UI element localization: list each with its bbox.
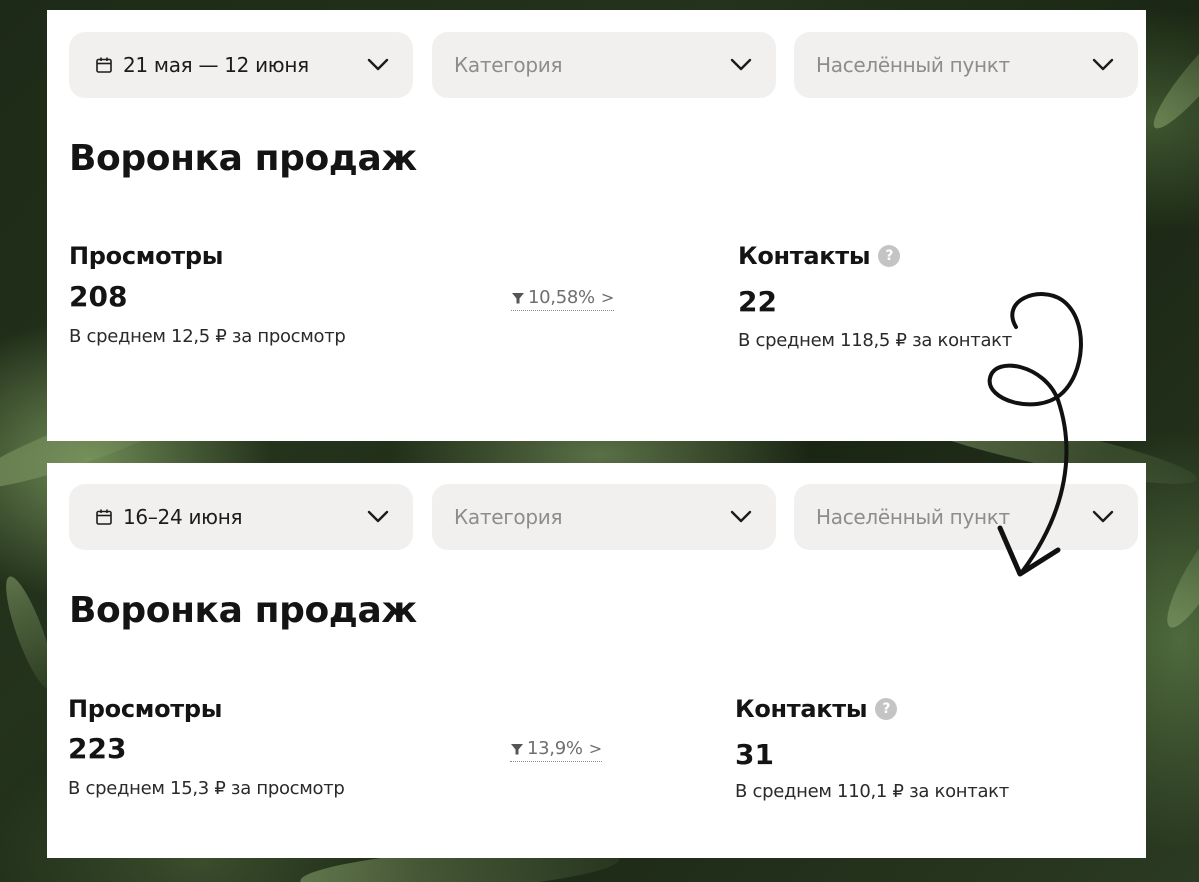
conversion-rate: 13,9%: [527, 738, 583, 759]
funnel-panel-period-2: 16–24 июня Категория Населённый пункт Во…: [47, 463, 1146, 858]
contacts-average-note: В среднем 110,1 ₽ за контакт: [735, 781, 1009, 802]
chevron-down-icon: [1092, 510, 1114, 523]
chevron-down-icon: [730, 58, 752, 71]
chevron-down-icon: [1092, 58, 1114, 71]
contacts-label: Контакты ?: [738, 242, 901, 270]
funnel-icon: [511, 743, 523, 754]
views-label: Просмотры: [69, 242, 223, 270]
page-title: Воронка продаж: [69, 590, 417, 631]
date-range-select[interactable]: 16–24 июня: [69, 484, 413, 550]
date-range-value: 16–24 июня: [123, 505, 243, 529]
contacts-value: 22: [738, 285, 777, 318]
views-label: Просмотры: [68, 695, 222, 723]
city-select[interactable]: Населённый пункт: [794, 484, 1138, 550]
category-select[interactable]: Категория: [432, 32, 776, 98]
contacts-label-text: Контакты: [735, 695, 868, 723]
chevron-down-icon: [730, 510, 752, 523]
page-title: Воронка продаж: [69, 138, 417, 179]
contacts-value: 31: [735, 738, 774, 771]
funnel-icon: [512, 292, 524, 303]
funnel-panel-period-1: 21 мая — 12 июня Категория Населённый пу…: [47, 10, 1146, 441]
views-average-note: В среднем 12,5 ₽ за просмотр: [69, 326, 346, 347]
chevron-right-icon: >: [588, 739, 602, 758]
date-range-select[interactable]: 21 мая — 12 июня: [69, 32, 413, 98]
help-icon[interactable]: ?: [875, 698, 898, 720]
views-value: 223: [68, 732, 127, 765]
date-range-value: 21 мая — 12 июня: [123, 53, 309, 77]
conversion-rate: 10,58%: [528, 287, 595, 308]
category-placeholder: Категория: [454, 505, 563, 529]
contacts-label: Контакты ?: [735, 695, 898, 723]
views-label-text: Просмотры: [68, 695, 223, 723]
chevron-down-icon: [367, 510, 389, 523]
help-icon[interactable]: ?: [878, 245, 901, 267]
views-value: 208: [69, 280, 128, 313]
contacts-average-note: В среднем 118,5 ₽ за контакт: [738, 330, 1012, 351]
views-average-note: В среднем 15,3 ₽ за просмотр: [68, 778, 345, 799]
city-select[interactable]: Населённый пункт: [794, 32, 1138, 98]
views-label-text: Просмотры: [69, 242, 224, 270]
calendar-icon: [96, 509, 112, 525]
conversion-link[interactable]: 13,9% >: [510, 738, 602, 762]
city-placeholder: Населённый пункт: [816, 505, 1010, 529]
conversion-link[interactable]: 10,58% >: [511, 287, 614, 311]
chevron-right-icon: >: [600, 288, 614, 307]
city-placeholder: Населённый пункт: [816, 53, 1010, 77]
calendar-icon: [96, 57, 112, 73]
category-placeholder: Категория: [454, 53, 563, 77]
chevron-down-icon: [367, 58, 389, 71]
category-select[interactable]: Категория: [432, 484, 776, 550]
contacts-label-text: Контакты: [738, 242, 871, 270]
